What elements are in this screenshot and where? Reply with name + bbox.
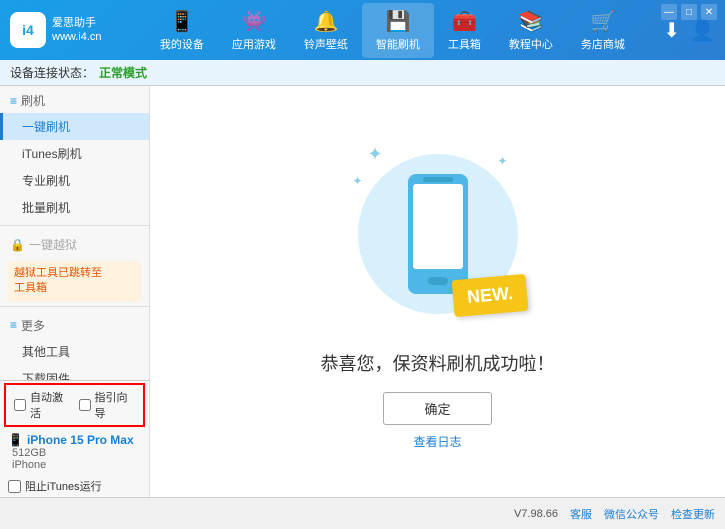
nav-label: 智能刷机: [376, 36, 420, 52]
sidebar-item-itunes-flash[interactable]: iTunes刷机: [0, 140, 149, 167]
service-icon: 🛒: [590, 9, 615, 34]
itunes-label: 阻止iTunes运行: [25, 478, 102, 494]
nav-label: 教程中心: [509, 36, 553, 52]
ringtone-icon: 🔔: [313, 9, 338, 34]
new-badge: NEW.: [452, 273, 529, 316]
flash-section-label: 刷机: [21, 92, 45, 109]
auto-activate-checkbox[interactable]: [14, 399, 26, 411]
sparkle3: ✦: [353, 174, 363, 188]
flash-icon: 💾: [385, 9, 410, 34]
warning-text: 越狱工具已跳转至工具箱: [14, 267, 102, 294]
sidebar-section-restore: 🔒 一键越狱: [0, 230, 149, 257]
more-section-icon: ≡: [10, 318, 17, 332]
sidebar-item-batch-flash[interactable]: 批量刷机: [0, 194, 149, 221]
guide-label: 指引向导: [95, 389, 136, 421]
nav-tutorial[interactable]: 📚 教程中心: [495, 3, 567, 58]
version-label: V7.98.66: [514, 508, 558, 520]
nav-apps-games[interactable]: 👾 应用游戏: [218, 3, 290, 58]
toolbox-icon: 🧰: [452, 9, 477, 34]
item-label: 批量刷机: [22, 201, 70, 215]
sidebar-section-flash: ≡ 刷机: [0, 86, 149, 113]
header: i4 爱思助手 www.i4.cn 📱 我的设备 👾 应用游戏 🔔 铃声壁纸 💾: [0, 0, 725, 60]
item-label: 一键刷机: [22, 120, 70, 134]
guide-wizard-checkbox[interactable]: [79, 399, 91, 411]
check-update-link[interactable]: 检查更新: [671, 506, 715, 522]
tutorial-icon: 📚: [518, 9, 543, 34]
nav-ringtone[interactable]: 🔔 铃声壁纸: [290, 3, 362, 58]
item-label: 下载固件: [22, 372, 70, 380]
logo-text: i4: [22, 22, 34, 38]
view-log-link[interactable]: 查看日志: [413, 433, 461, 450]
new-badge-text: NEW.: [467, 283, 515, 307]
sidebar-item-other-tools[interactable]: 其他工具: [0, 338, 149, 365]
nav-bar: 📱 我的设备 👾 应用游戏 🔔 铃声壁纸 💾 智能刷机 🧰 工具箱 📚: [122, 3, 664, 58]
device-name-text: iPhone 15 Pro Max: [27, 433, 134, 447]
sidebar-section-more: ≡ 更多: [0, 311, 149, 338]
maximize-button[interactable]: □: [681, 4, 697, 20]
success-message: 恭喜您，保资料刷机成功啦！: [321, 350, 555, 376]
customer-service-link[interactable]: 客服: [570, 506, 592, 522]
sidebar-warning: 越狱工具已跳转至工具箱: [8, 261, 141, 302]
close-button[interactable]: ✕: [701, 4, 717, 20]
sparkle2: ✦: [497, 154, 507, 168]
success-illustration: ✦ ✦ ✦ NEW.: [338, 134, 538, 334]
nav-label: 工具箱: [448, 36, 481, 52]
footer: V7.98.66 客服 微信公众号 检查更新: [0, 497, 725, 529]
itunes-checkbox[interactable]: [8, 480, 21, 493]
device-icon: 📱: [169, 9, 194, 34]
divider2: [0, 306, 149, 307]
header-right: ⬇ 👤: [663, 18, 715, 43]
confirm-button[interactable]: 确定: [383, 392, 491, 425]
logo-icon: i4: [10, 12, 46, 48]
restore-section-label: 一键越狱: [29, 236, 77, 253]
item-label: iTunes刷机: [22, 147, 82, 161]
status-bar: 设备连接状态： 正常模式: [0, 60, 725, 86]
nav-label: 务店商城: [581, 36, 625, 52]
logo-brand: 爱思助手 www.i4.cn: [52, 16, 102, 45]
status-label: 设备连接状态：: [10, 64, 94, 81]
phone-icon: 📱: [8, 433, 23, 447]
sidebar-bottom: 自动激活 指引向导 📱 iPhone 15 Pro Max 512GB iPho…: [0, 380, 149, 497]
status-value: 正常模式: [99, 64, 147, 81]
device-name-row: 📱 iPhone 15 Pro Max: [8, 433, 141, 447]
itunes-row: 阻止iTunes运行: [0, 475, 149, 497]
nav-label: 我的设备: [160, 36, 204, 52]
nav-my-device[interactable]: 📱 我的设备: [146, 3, 218, 58]
auto-activate-label: 自动激活: [30, 389, 71, 421]
device-storage: 512GB: [8, 447, 141, 459]
auto-activate-row: 自动激活 指引向导: [4, 383, 145, 427]
minimize-button[interactable]: —: [661, 4, 677, 20]
device-type: iPhone: [8, 459, 141, 471]
item-label: 其他工具: [22, 345, 70, 359]
nav-smart-flash[interactable]: 💾 智能刷机: [362, 3, 434, 58]
device-info: 📱 iPhone 15 Pro Max 512GB iPhone: [0, 429, 149, 475]
logo-url: www.i4.cn: [52, 30, 102, 44]
restore-section-icon: 🔒: [10, 238, 25, 252]
nav-toolbox[interactable]: 🧰 工具箱: [434, 3, 495, 58]
logo: i4 爱思助手 www.i4.cn: [10, 12, 102, 48]
sidebar-item-one-click-flash[interactable]: 一键刷机: [0, 113, 149, 140]
nav-service[interactable]: 🛒 务店商城: [567, 3, 639, 58]
apps-icon: 👾: [241, 9, 266, 34]
flash-section-icon: ≡: [10, 94, 17, 108]
sidebar-item-pro-flash[interactable]: 专业刷机: [0, 167, 149, 194]
content-area: ✦ ✦ ✦ NEW. 恭喜您，保资料刷机成功啦！ 确定 查看日志: [150, 86, 725, 497]
logo-name: 爱思助手: [52, 16, 102, 30]
footer-right: V7.98.66 客服 微信公众号 检查更新: [514, 506, 715, 522]
sparkle1: ✦: [368, 144, 383, 165]
download-button[interactable]: ⬇: [663, 18, 680, 43]
item-label: 专业刷机: [22, 174, 70, 188]
more-section-label: 更多: [21, 317, 45, 334]
divider1: [0, 225, 149, 226]
nav-label: 铃声壁纸: [304, 36, 348, 52]
sidebar: ≡ 刷机 一键刷机 iTunes刷机 专业刷机 批量刷机 🔒 一键越狱: [0, 86, 150, 380]
window-controls: — □ ✕: [661, 4, 717, 20]
nav-label: 应用游戏: [232, 36, 276, 52]
sidebar-item-download-firmware[interactable]: 下载固件: [0, 365, 149, 380]
wechat-link[interactable]: 微信公众号: [604, 506, 659, 522]
user-button[interactable]: 👤: [690, 18, 715, 43]
